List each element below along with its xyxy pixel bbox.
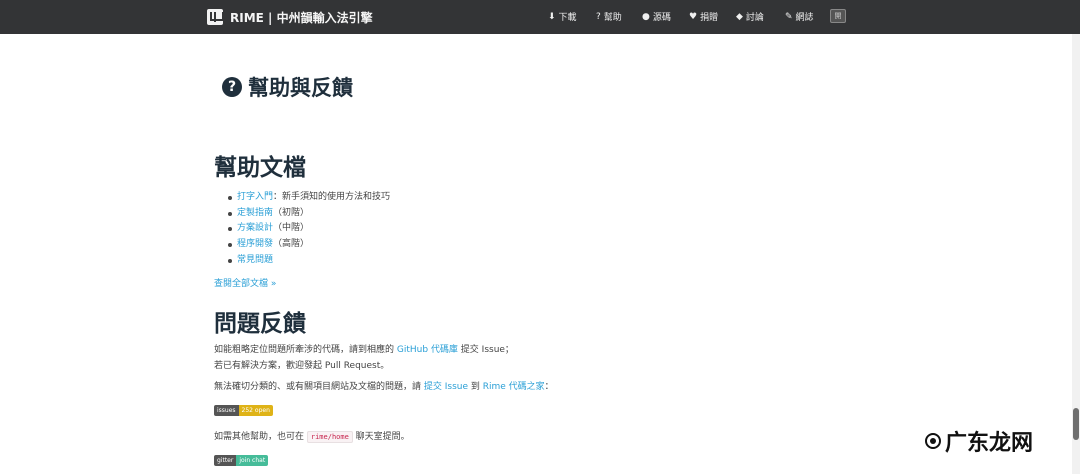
doc-link-typing[interactable]: 打字入門 [237, 192, 273, 202]
nav-item-label: 源碼 [652, 13, 671, 23]
doc-desc: ：新手須知的使用方法和技巧 [273, 192, 391, 202]
all-docs-link[interactable]: 查閱全部文檔 » [214, 276, 276, 289]
heart-icon: ♥ [689, 11, 698, 22]
chat-icon: ◆ [736, 11, 743, 22]
page-title-text: 幫助與反饋 [248, 76, 353, 100]
list-item: 程序開發（高階） [226, 237, 390, 253]
gitter-badge[interactable]: gitter join chat [214, 455, 269, 466]
docs-list: 打字入門：新手須知的使用方法和技巧 定製指南（初階） 方案設計（中階） 程序開發… [226, 190, 390, 269]
top-navbar: RIME | 中州韻輸入法引擎 ⬇ 下載 ? 幫助 ● 源碼 ♥ 捐贈 ◆ 討論… [0, 0, 1080, 34]
main-content: ? 幫助與反饋 幫助文檔 打字入門：新手須知的使用方法和技巧 定製指南（初階） … [0, 34, 1080, 474]
github-repo-link[interactable]: GitHub 代碼庫 [397, 345, 458, 355]
nav-item-blog[interactable]: ✎ 網誌 [785, 10, 814, 24]
nav-item-donate[interactable]: ♥ 捐贈 [689, 10, 719, 24]
brand[interactable]: RIME | 中州韻輸入法引擎 [207, 8, 373, 26]
text: 無法確切分類的、或有關項目網站及文檔的問題，請 [214, 382, 424, 392]
brand-title: RIME | 中州韻輸入法引擎 [230, 10, 373, 25]
doc-desc: （中階） [273, 223, 310, 234]
nav-toggle-button[interactable]: 開 [830, 9, 846, 23]
nav-item-label: 網誌 [795, 13, 814, 23]
watermark-logo-icon [925, 433, 941, 449]
text: ： [544, 382, 554, 392]
nav-item-label: 幫助 [603, 13, 622, 23]
feedback-paragraph-3: 如需其他幫助，也可在 rime/home 聊天室提問。 [214, 430, 410, 446]
doc-desc: （初階） [273, 207, 310, 218]
watermark: 广东龙网 [925, 425, 1033, 457]
nav-item-source[interactable]: ● 源碼 [642, 10, 671, 24]
question-icon: ? [596, 11, 601, 22]
badge-label: issues [214, 405, 239, 416]
submit-issue-link[interactable]: 提交 Issue [424, 382, 468, 392]
list-item: 定製指南（初階） [226, 206, 390, 222]
feedback-paragraph-2: 無法確切分類的、或有關項目網站及文檔的問題，請 提交 Issue 到 Rime … [214, 380, 554, 396]
text: 如能粗略定位問題所牽涉的代碼，請到相應的 [214, 345, 397, 355]
doc-link-dev[interactable]: 程序開發 [237, 239, 273, 249]
page-title: ? 幫助與反饋 [222, 72, 353, 102]
list-item: 方案設計（中階） [226, 221, 390, 237]
doc-desc: （高階） [273, 239, 310, 250]
text: 提交 Issue； [457, 345, 514, 355]
issues-badge[interactable]: issues 252 open [214, 405, 273, 416]
text-line: 若已有解決方案，歡迎發起 Pull Request。 [214, 360, 390, 371]
nav-item-help[interactable]: ? 幫助 [596, 10, 622, 24]
feedback-heading: 問題反饋 [214, 311, 306, 337]
doc-link-schema[interactable]: 方案設計 [237, 223, 273, 233]
rime-logo-icon [207, 9, 224, 25]
text: 到 [468, 382, 483, 392]
nav-item-label: 討論 [745, 13, 764, 23]
badge-value: 252 open [238, 405, 273, 416]
scrollbar-thumb[interactable] [1073, 408, 1079, 440]
edit-icon: ✎ [785, 11, 793, 22]
question-circle-icon: ? [222, 77, 242, 97]
feedback-paragraph-1: 如能粗略定位問題所牽涉的代碼，請到相應的 GitHub 代碼庫 提交 Issue… [214, 343, 514, 374]
page-scrollbar[interactable] [1072, 34, 1080, 474]
doc-link-customize[interactable]: 定製指南 [237, 208, 273, 218]
badge-label: gitter [214, 455, 237, 466]
list-item: 常見問題 [226, 253, 390, 269]
badge-value: join chat [236, 455, 269, 466]
text: 聊天室提問。 [352, 432, 410, 442]
doc-link-faq[interactable]: 常見問題 [237, 255, 273, 265]
text-line: 如能粗略定位問題所牽涉的代碼，請到相應的 GitHub 代碼庫 提交 Issue… [214, 343, 514, 359]
nav-item-download[interactable]: ⬇ 下載 [548, 10, 577, 24]
nav-item-label: 捐贈 [700, 13, 719, 23]
text: 如需其他幫助，也可在 [214, 432, 307, 442]
chatroom-code: rime/home [306, 431, 353, 443]
nav-item-discuss[interactable]: ◆ 討論 [736, 10, 764, 24]
list-item: 打字入門：新手須知的使用方法和技巧 [226, 190, 390, 206]
download-icon: ⬇ [548, 11, 556, 22]
rime-home-link[interactable]: Rime 代碼之家 [483, 382, 545, 392]
nav-item-label: 下載 [558, 13, 577, 23]
github-icon: ● [642, 11, 650, 22]
watermark-text: 广东龙网 [945, 430, 1034, 456]
docs-heading: 幫助文檔 [214, 155, 306, 181]
